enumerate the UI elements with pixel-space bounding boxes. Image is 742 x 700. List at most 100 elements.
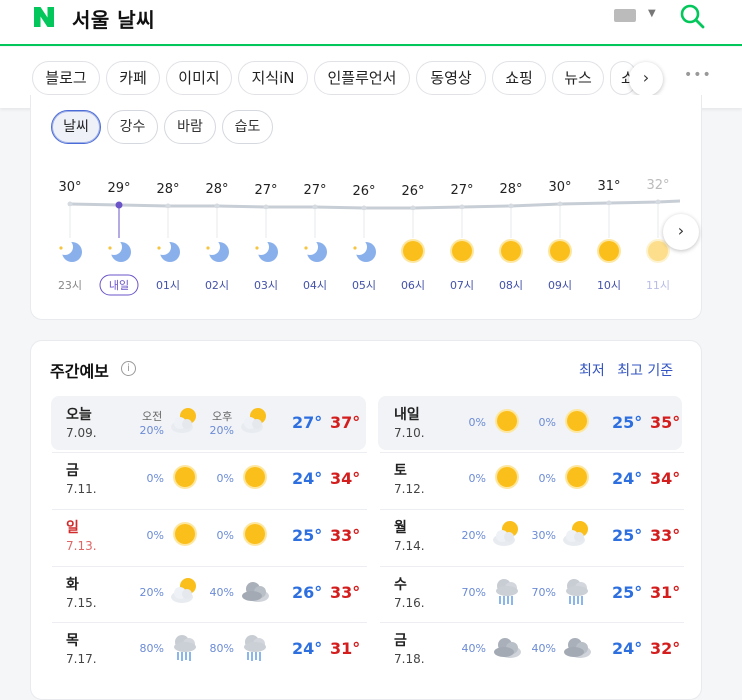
hour-label: 내일 <box>109 278 129 292</box>
pm-precip: 80% <box>209 642 234 655</box>
day-name: 금 <box>66 463 79 479</box>
hour-temp: 29° <box>107 181 130 196</box>
weekly-title: 주간예보 <box>50 362 109 381</box>
high-temp: 31° <box>650 583 681 602</box>
sun-icon <box>490 406 524 436</box>
hour-temp: 28° <box>205 182 228 197</box>
moon-icon <box>155 239 180 262</box>
info-icon[interactable]: i <box>121 361 136 376</box>
hour-temp: 32° <box>646 178 669 193</box>
hour-dot <box>557 201 563 207</box>
low-temp: 24° <box>612 639 643 658</box>
partly-icon <box>560 519 594 549</box>
hour-dot <box>361 205 367 211</box>
hour-label: 04시 <box>303 279 327 292</box>
sun-icon <box>450 239 474 263</box>
sort-low-link[interactable]: 최저 <box>579 363 605 379</box>
day-name: 수 <box>394 577 407 593</box>
low-temp: 26° <box>292 583 323 602</box>
moon-icon <box>106 239 131 262</box>
day-date: 7.15. <box>66 596 97 610</box>
hour-dot <box>165 203 171 209</box>
hour-dot <box>263 204 269 210</box>
am-precip: 20% <box>461 529 486 542</box>
low-temp: 25° <box>612 413 643 432</box>
pm-precip: 0% <box>538 472 556 485</box>
temperature-line <box>69 199 681 210</box>
cloud-icon <box>490 632 524 662</box>
row-divider <box>52 566 367 567</box>
rain-icon <box>168 632 202 662</box>
rain-icon <box>560 576 594 606</box>
day-date: 7.12. <box>394 482 425 496</box>
partly-icon <box>168 576 202 606</box>
sort-high-link[interactable]: 최고 기준 <box>617 363 673 379</box>
high-temp: 32° <box>650 639 681 658</box>
day-date: 7.18. <box>394 652 425 666</box>
high-temp: 35° <box>650 413 681 432</box>
am-precip: 40% <box>461 642 486 655</box>
hour-temp: 28° <box>499 182 522 197</box>
pm-label: 오후 <box>212 410 233 423</box>
row-divider <box>380 622 684 623</box>
pm-precip: 30% <box>531 529 556 542</box>
pm-precip: 20% <box>209 424 234 437</box>
day-name: 오늘 <box>66 407 92 423</box>
row-divider <box>380 566 684 567</box>
moon-icon <box>204 239 229 262</box>
pm-precip: 40% <box>531 642 556 655</box>
hour-dot <box>67 201 73 207</box>
cloud-icon <box>560 632 594 662</box>
day-name: 일 <box>66 520 79 536</box>
hour-dot <box>655 199 661 205</box>
low-temp: 24° <box>292 639 323 658</box>
hour-label: 01시 <box>156 279 180 292</box>
row-divider <box>380 509 684 510</box>
hour-dot <box>459 204 465 210</box>
am-precip: 0% <box>146 529 164 542</box>
hour-dot <box>312 204 318 210</box>
sun-icon <box>238 519 272 549</box>
hour-label: 09시 <box>548 279 572 292</box>
hour-dot <box>606 200 612 206</box>
sun-icon <box>490 462 524 492</box>
hour-label: 07시 <box>450 279 474 292</box>
hour-temp: 31° <box>597 179 620 194</box>
day-date: 7.17. <box>66 652 97 666</box>
am-precip: 20% <box>139 586 164 599</box>
sun-icon <box>401 239 425 263</box>
high-temp: 33° <box>650 526 681 545</box>
partly-icon <box>238 406 272 436</box>
day-date: 7.16. <box>394 596 425 610</box>
am-precip: 80% <box>139 642 164 655</box>
pm-precip: 40% <box>209 586 234 599</box>
low-temp: 25° <box>612 526 643 545</box>
high-temp: 31° <box>330 639 361 658</box>
partly-icon <box>490 519 524 549</box>
sort-options: 최저 최고 기준 <box>579 360 673 380</box>
row-divider <box>380 452 684 453</box>
partly-icon <box>168 406 202 436</box>
day-date: 7.13. <box>66 539 97 553</box>
pm-precip: 70% <box>531 586 556 599</box>
timeline-next-button[interactable]: › <box>663 214 699 250</box>
pm-precip: 0% <box>216 472 234 485</box>
sun-icon <box>238 462 272 492</box>
rain-icon <box>238 632 272 662</box>
hour-temp: 30° <box>58 180 81 195</box>
hour-label: 10시 <box>597 279 621 292</box>
sun-icon <box>499 239 523 263</box>
rain-icon <box>490 576 524 606</box>
sun-icon <box>548 239 572 263</box>
moon-icon <box>253 239 278 262</box>
sun-icon <box>560 462 594 492</box>
high-temp: 34° <box>650 469 681 488</box>
am-label: 오전 <box>142 410 163 423</box>
pm-precip: 0% <box>538 416 556 429</box>
day-date: 7.10. <box>394 426 425 440</box>
row-divider <box>52 509 367 510</box>
hour-label: 11시 <box>646 279 670 292</box>
sun-icon <box>168 462 202 492</box>
am-precip: 0% <box>468 472 486 485</box>
am-precip: 0% <box>468 416 486 429</box>
